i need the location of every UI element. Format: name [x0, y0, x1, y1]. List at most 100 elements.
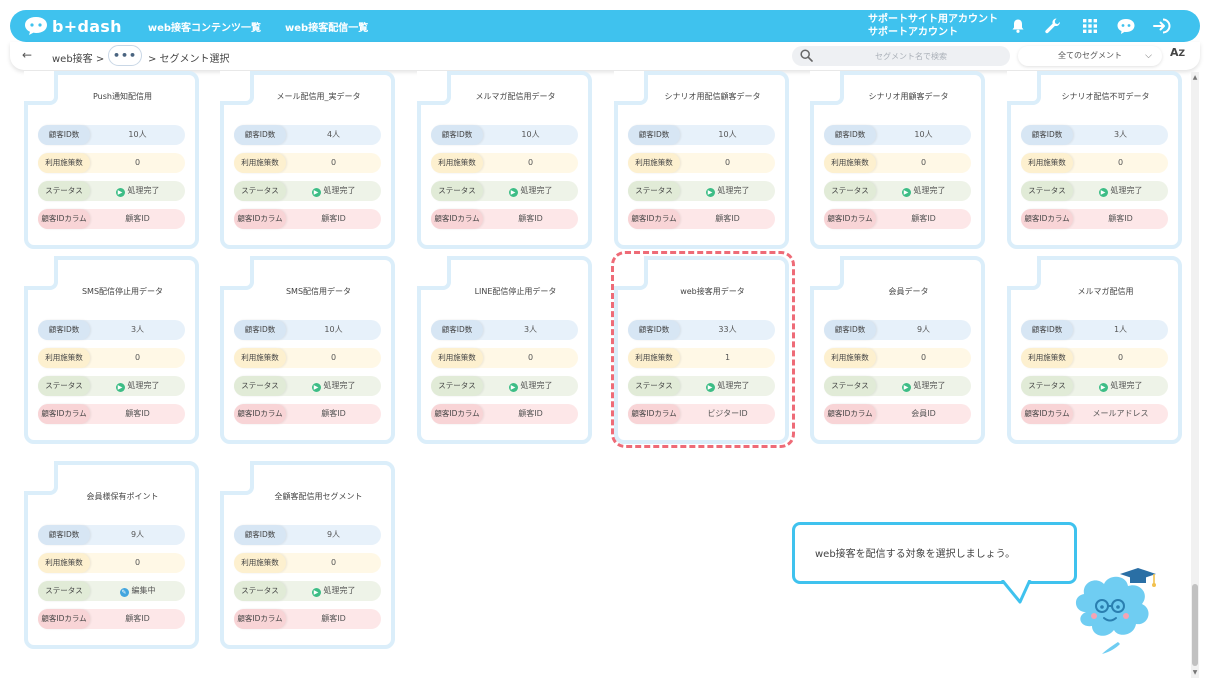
- segment-filter-select[interactable]: 全てのセグメント ⌵: [1018, 46, 1162, 66]
- status-label: ステータス: [1021, 181, 1073, 201]
- status-text: 処理完了: [913, 381, 946, 390]
- speech-bubble-tail: [1000, 580, 1032, 604]
- id-column-value: 顧客ID: [911, 214, 936, 223]
- id-column-value: 顧客ID: [321, 214, 346, 223]
- status-value: ▶ 処理完了: [90, 376, 185, 396]
- segment-card[interactable]: メルマガ配信用データ 顧客ID数 10人 利用施策数 0 ステータス ▶ 処理完了 顧客IDカラ…: [417, 71, 592, 249]
- settings-button[interactable]: [1042, 15, 1064, 37]
- customer-count-row: 顧客ID数 3人: [38, 320, 185, 340]
- scroll-up-arrow-icon[interactable]: ▲: [1191, 74, 1199, 81]
- status-value: ▶ 処理完了: [876, 376, 971, 396]
- logout-button[interactable]: [1151, 15, 1173, 37]
- customer-count-value: 9人: [916, 325, 931, 334]
- logo-text: b+dash: [52, 16, 122, 36]
- segment-card[interactable]: メルマガ配信用 顧客ID数 1人 利用施策数 0 ステータス ▶ 処理完了 顧客IDカラム メール…: [1007, 256, 1182, 444]
- status-value: ▶ 処理完了: [1073, 181, 1168, 201]
- segment-title: web接客用データ: [680, 287, 745, 296]
- segment-card[interactable]: シナリオ用配信顧客データ 顧客ID数 10人 利用施策数 0 ステータス ▶ 処理完了 顧客ID…: [614, 71, 789, 249]
- segment-card[interactable]: シナリオ配信不可データ 顧客ID数 3人 利用施策数 0 ステータス ▶ 処理完了 顧客IDカラ…: [1007, 71, 1182, 249]
- status-value: ▶ 処理完了: [680, 181, 775, 201]
- segment-card[interactable]: SMS配信停止用データ 顧客ID数 3人 利用施策数 0 ステータス ▶ 処理完了 顧客IDカラ…: [24, 256, 199, 444]
- search-input[interactable]: [818, 46, 1004, 66]
- usage-count-label: 利用施策数: [628, 348, 680, 368]
- scrollbar-thumb[interactable]: [1192, 584, 1198, 666]
- breadcrumb-root[interactable]: web接客 >: [52, 50, 104, 65]
- customer-count-value: 10人: [914, 130, 933, 139]
- chevron-down-icon: ⌵: [1145, 51, 1152, 61]
- customer-count-label: 顧客ID数: [628, 320, 680, 340]
- usage-count-value: 0: [330, 558, 337, 567]
- id-column-row: 顧客IDカラム 顧客ID: [431, 209, 578, 229]
- customer-count-label: 顧客ID数: [38, 320, 90, 340]
- id-column-label: 顧客IDカラム: [38, 404, 90, 424]
- vertical-scrollbar[interactable]: ▲ ▼: [1191, 72, 1199, 678]
- segment-card[interactable]: シナリオ用顧客データ 顧客ID数 10人 利用施策数 0 ステータス ▶ 処理完了 顧客IDカラ…: [810, 71, 985, 249]
- id-column-row: 顧客IDカラム 顧客ID: [234, 609, 381, 629]
- breadcrumb-more-button[interactable]: •••: [108, 45, 142, 66]
- scroll-down-arrow-icon[interactable]: ▼: [1191, 669, 1199, 676]
- status-label: ステータス: [38, 581, 90, 601]
- sort-az-button[interactable]: AZ: [1170, 47, 1185, 59]
- status-text: 処理完了: [520, 381, 553, 390]
- usage-count-label: 利用施策数: [824, 348, 876, 368]
- customer-count-value: 10人: [324, 325, 343, 334]
- segment-card[interactable]: メール配信用_実データ 顧客ID数 4人 利用施策数 0 ステータス ▶ 処理完了 顧客IDカラ…: [220, 71, 395, 249]
- customer-count-value: 3人: [130, 325, 145, 334]
- id-column-label: 顧客IDカラム: [628, 209, 680, 229]
- customer-count-row: 顧客ID数 9人: [234, 525, 381, 545]
- customer-count-label: 顧客ID数: [38, 125, 90, 145]
- account-info[interactable]: サポートサイト用アカウント サポートアカウント: [868, 13, 998, 39]
- card-corner-fold: [24, 71, 58, 105]
- sort-az-icon: A: [1170, 46, 1179, 59]
- logo[interactable]: b+dash: [24, 16, 122, 36]
- id-column-label: 顧客IDカラム: [38, 209, 90, 229]
- status-row: ステータス ▶ 処理完了: [38, 376, 185, 396]
- status-value: ▶ 処理完了: [680, 376, 775, 396]
- id-column-value: 顧客ID: [321, 409, 346, 418]
- id-column-value: 顧客ID: [125, 614, 150, 623]
- segment-card[interactable]: web接客用データ 顧客ID数 33人 利用施策数 1 ステータス ▶ 処理完了 顧客IDカラム…: [614, 256, 789, 444]
- usage-count-row: 利用施策数 0: [234, 553, 381, 573]
- segment-title: メルマガ配信用データ: [475, 92, 556, 101]
- segment-card[interactable]: SMS配信用データ 顧客ID数 10人 利用施策数 0 ステータス ▶ 処理完了 顧客IDカラム…: [220, 256, 395, 444]
- id-column-value: メールアドレス: [1092, 409, 1149, 418]
- id-column-row: 顧客IDカラム 顧客ID: [234, 209, 381, 229]
- customer-count-row: 顧客ID数 10人: [431, 125, 578, 145]
- status-row: ステータス ▶ 処理完了: [234, 376, 381, 396]
- account-name: サポートサイト用アカウント: [868, 14, 998, 25]
- id-column-value: ビジターID: [707, 409, 748, 418]
- status-value: ▶ 処理完了: [1073, 376, 1168, 396]
- notification-button[interactable]: [1007, 15, 1029, 37]
- segment-card[interactable]: 会員様保有ポイント 顧客ID数 9人 利用施策数 0 ステータス ✎ 編集中 顧客IDカラム 顧客…: [24, 461, 199, 649]
- status-row: ステータス ▶ 処理完了: [824, 181, 971, 201]
- customer-count-row: 顧客ID数 33人: [628, 320, 775, 340]
- segment-filter-value: 全てのセグメント: [1058, 51, 1122, 60]
- ellipsis-icon: •••: [112, 49, 138, 62]
- segment-title: SMS配信用データ: [285, 287, 352, 296]
- nav-web-delivery-list[interactable]: web接客配信一覧: [285, 19, 368, 34]
- card-corner-fold: [1007, 71, 1041, 105]
- status-text: 処理完了: [323, 381, 356, 390]
- customer-count-value: 1人: [1113, 325, 1128, 334]
- customer-count-label: 顧客ID数: [1021, 320, 1073, 340]
- status-value: ▶ 処理完了: [483, 376, 578, 396]
- usage-count-row: 利用施策数 1: [628, 348, 775, 368]
- apps-button[interactable]: [1079, 15, 1101, 37]
- support-chat-button[interactable]: [1115, 15, 1137, 37]
- nav-web-content-list[interactable]: web接客コンテンツ一覧: [148, 19, 261, 34]
- usage-count-label: 利用施策数: [38, 348, 90, 368]
- segment-card[interactable]: 全顧客配信用セグメント 顧客ID数 9人 利用施策数 0 ステータス ▶ 処理完了 顧客IDカラ…: [220, 461, 395, 649]
- status-label: ステータス: [824, 376, 876, 396]
- segment-card[interactable]: Push通知配信用 顧客ID数 10人 利用施策数 0 ステータス ▶ 処理完了 顧客IDカラム…: [24, 71, 199, 249]
- back-arrow-icon[interactable]: ←: [22, 48, 32, 62]
- status-complete-icon: ▶: [705, 383, 715, 392]
- usage-count-value: 0: [527, 158, 534, 167]
- hint-message: web接客を配信する対象を選択しましょう。: [815, 549, 1016, 560]
- segment-card[interactable]: LINE配信停止用データ 顧客ID数 3人 利用施策数 0 ステータス ▶ 処理完了 顧客IDカ…: [417, 256, 592, 444]
- id-column-value: 顧客ID: [125, 409, 150, 418]
- segment-card[interactable]: 会員データ 顧客ID数 9人 利用施策数 0 ステータス ▶ 処理完了 顧客IDカラム 会員ID: [810, 256, 985, 444]
- status-label: ステータス: [1021, 376, 1073, 396]
- status-value: ▶ 処理完了: [286, 181, 381, 201]
- usage-count-label: 利用施策数: [234, 553, 286, 573]
- usage-count-value: 0: [1117, 158, 1124, 167]
